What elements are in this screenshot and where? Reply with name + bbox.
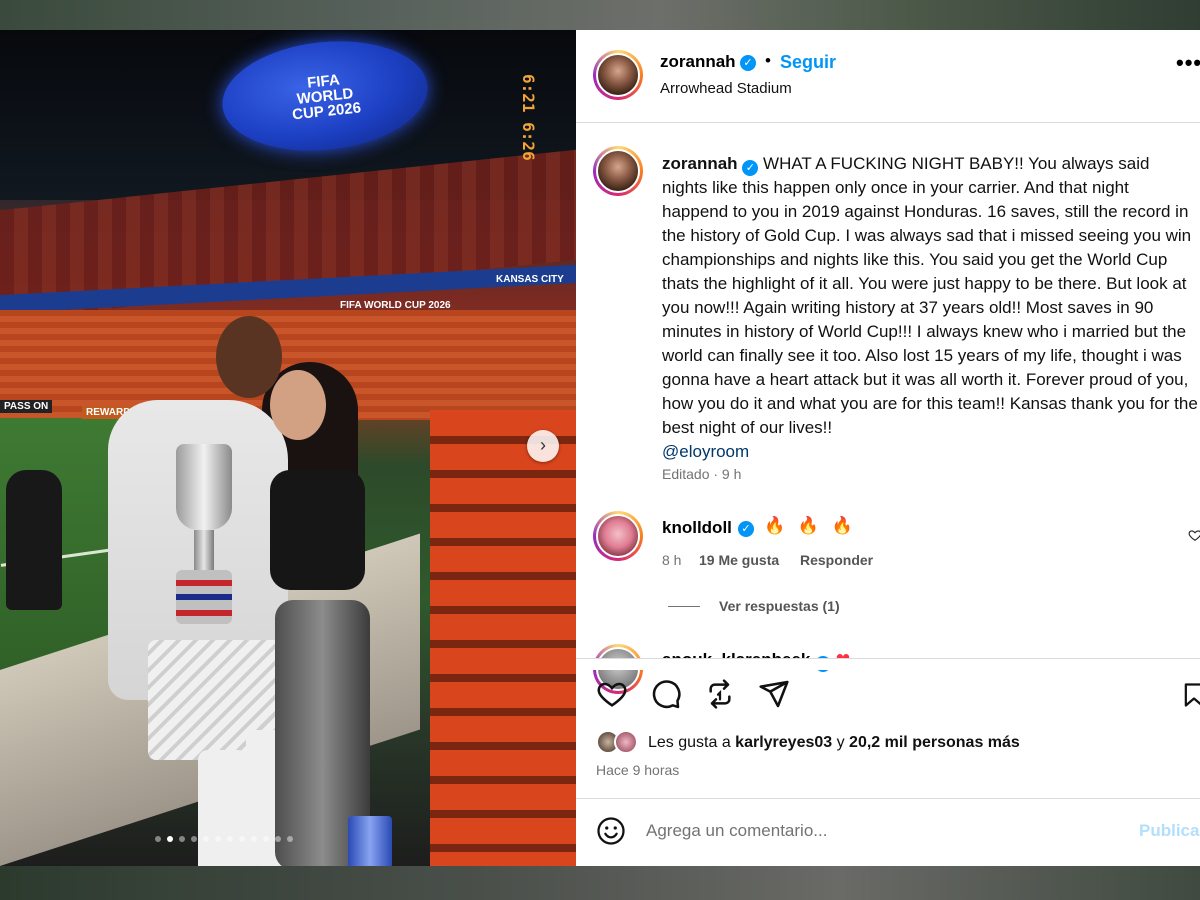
stadium-seats (430, 410, 576, 866)
carousel-dot[interactable] (167, 836, 173, 842)
caption-meta: Editado · 9 h (662, 466, 742, 482)
verified-badge-icon: ✓ (738, 521, 754, 537)
carousel-dot[interactable] (215, 836, 221, 842)
comment-avatar[interactable] (593, 511, 643, 561)
comment-like-heart-icon[interactable] (1188, 528, 1200, 542)
chevron-right-icon[interactable]: › (527, 430, 559, 462)
likes-count[interactable]: 20,2 mil personas más (849, 734, 1020, 751)
comment-username[interactable]: knolldoll (662, 518, 732, 538)
post-detail-panel: zorannah ✓ • Seguir Arrowhead Stadium ••… (576, 30, 1200, 866)
carousel-dots (155, 836, 293, 842)
caption-avatar[interactable] (593, 146, 643, 196)
trophy-stem (194, 530, 214, 570)
likes-prefix: Les gusta a (648, 734, 736, 751)
comment-input[interactable] (646, 816, 1126, 846)
carousel-dot[interactable] (227, 836, 233, 842)
pitch-board-1: PASS ON (0, 400, 53, 413)
caption-mention-link[interactable]: @eloyroom (662, 440, 1198, 464)
header-divider (576, 122, 1200, 123)
carousel-dot[interactable] (179, 836, 185, 842)
post-photo[interactable]: FIFA WORLD CUP 2026 KANSAS CITY PASS ON … (0, 30, 576, 866)
caption-username[interactable]: zorannah (662, 154, 738, 173)
replies-line (668, 606, 700, 607)
actions-divider (576, 658, 1200, 659)
background-strip-top (0, 0, 1200, 30)
drink-cup (348, 816, 392, 866)
liker-username[interactable]: karlyreyes03 (735, 734, 832, 751)
carousel-dot[interactable] (287, 836, 293, 842)
publish-button[interactable]: Publicar (1139, 821, 1200, 841)
post-timestamp: Hace 9 horas (596, 762, 680, 778)
caption-text: WHAT A FUCKING NIGHT BABY!! You always s… (662, 154, 1198, 437)
header-separator: • (765, 51, 771, 70)
follow-button[interactable]: Seguir (780, 52, 836, 73)
trophy-base (176, 570, 232, 624)
woman-top (270, 470, 365, 590)
likes-summary[interactable]: Les gusta a karlyreyes03 y 20,2 mil pers… (648, 734, 1020, 752)
player-head (216, 316, 282, 398)
comments-scroll-fade (576, 658, 1200, 670)
carousel-dot[interactable] (275, 836, 281, 842)
player-leg-left (198, 750, 248, 866)
comment-box-divider (576, 798, 1200, 799)
post-actions (596, 678, 790, 710)
verified-badge-icon: ✓ (742, 160, 759, 176)
comment-text: 🔥 🔥 🔥 (764, 516, 857, 535)
woman-head (270, 370, 326, 440)
repost-icon[interactable] (704, 678, 736, 710)
author-username[interactable]: zorannah (660, 52, 736, 72)
view-replies-button[interactable]: Ver respuestas (1) (719, 598, 840, 614)
author-avatar-image (596, 53, 640, 97)
reply-button[interactable]: Responder (800, 552, 873, 568)
comment-time: 8 h (662, 552, 682, 568)
security-guard (6, 470, 62, 610)
comment-icon[interactable] (650, 678, 682, 710)
carousel-dot[interactable] (191, 836, 197, 842)
post-location[interactable]: Arrowhead Stadium (660, 80, 792, 97)
heart-icon[interactable] (596, 678, 628, 710)
post-caption: zorannah ✓ WHAT A FUCKING NIGHT BABY!! Y… (662, 152, 1198, 464)
carousel-dot[interactable] (203, 836, 209, 842)
bookmark-icon[interactable] (1180, 680, 1200, 710)
stadium-clock: 6:21 6:26 (519, 74, 538, 161)
likes-middle: y (832, 734, 850, 751)
background-strip-bottom (0, 866, 1200, 900)
carousel-dot[interactable] (251, 836, 257, 842)
likers-avatars (596, 730, 646, 756)
liker-avatar-2 (614, 730, 638, 754)
comment-likes[interactable]: 19 Me gusta (699, 552, 779, 568)
carousel-dot[interactable] (155, 836, 161, 842)
caption-avatar-image (596, 149, 640, 193)
carousel-dot[interactable] (263, 836, 269, 842)
more-options-icon[interactable]: ••• (1176, 52, 1200, 74)
send-icon[interactable] (758, 678, 790, 710)
verified-badge-icon: ✓ (740, 55, 756, 71)
carousel-dot[interactable] (239, 836, 245, 842)
emoji-icon[interactable] (596, 816, 626, 846)
ribbon-board-text-right: KANSAS CITY (496, 274, 564, 285)
trophy-cup (176, 444, 232, 530)
author-avatar[interactable] (593, 50, 643, 100)
comment-avatar-image (596, 514, 640, 558)
